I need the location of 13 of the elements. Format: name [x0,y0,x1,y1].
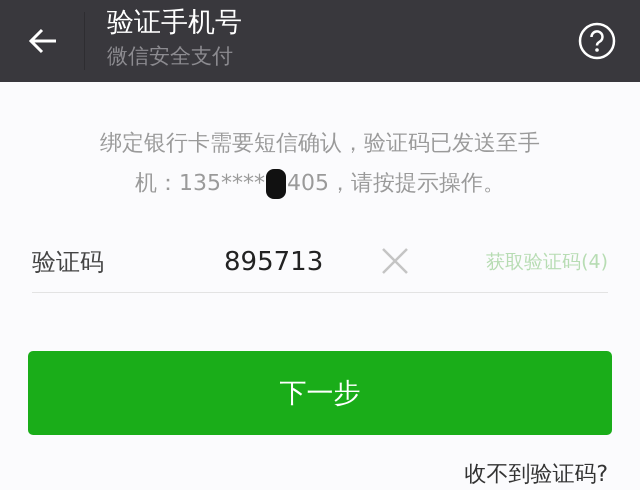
field-label: 验证码 [32,247,105,278]
sms-notice: 405，请按提示操作。 [287,170,505,198]
window-title: 验证手机号 [107,6,243,40]
help-icon [578,22,616,60]
back-icon [28,28,58,54]
no-code-link[interactable]: 收不到验证码? [464,459,608,489]
sms-notice: 绑定银行卡需要短信确认，验证码已发送至手 [100,130,540,158]
redaction-mark [266,169,286,199]
code-input[interactable]: 895713 [224,247,364,277]
close-icon [381,247,409,275]
sms-notice: 机：135**** [135,170,265,198]
window-subtitle: 微信安全支付 [107,43,234,70]
help-button[interactable] [578,22,616,60]
